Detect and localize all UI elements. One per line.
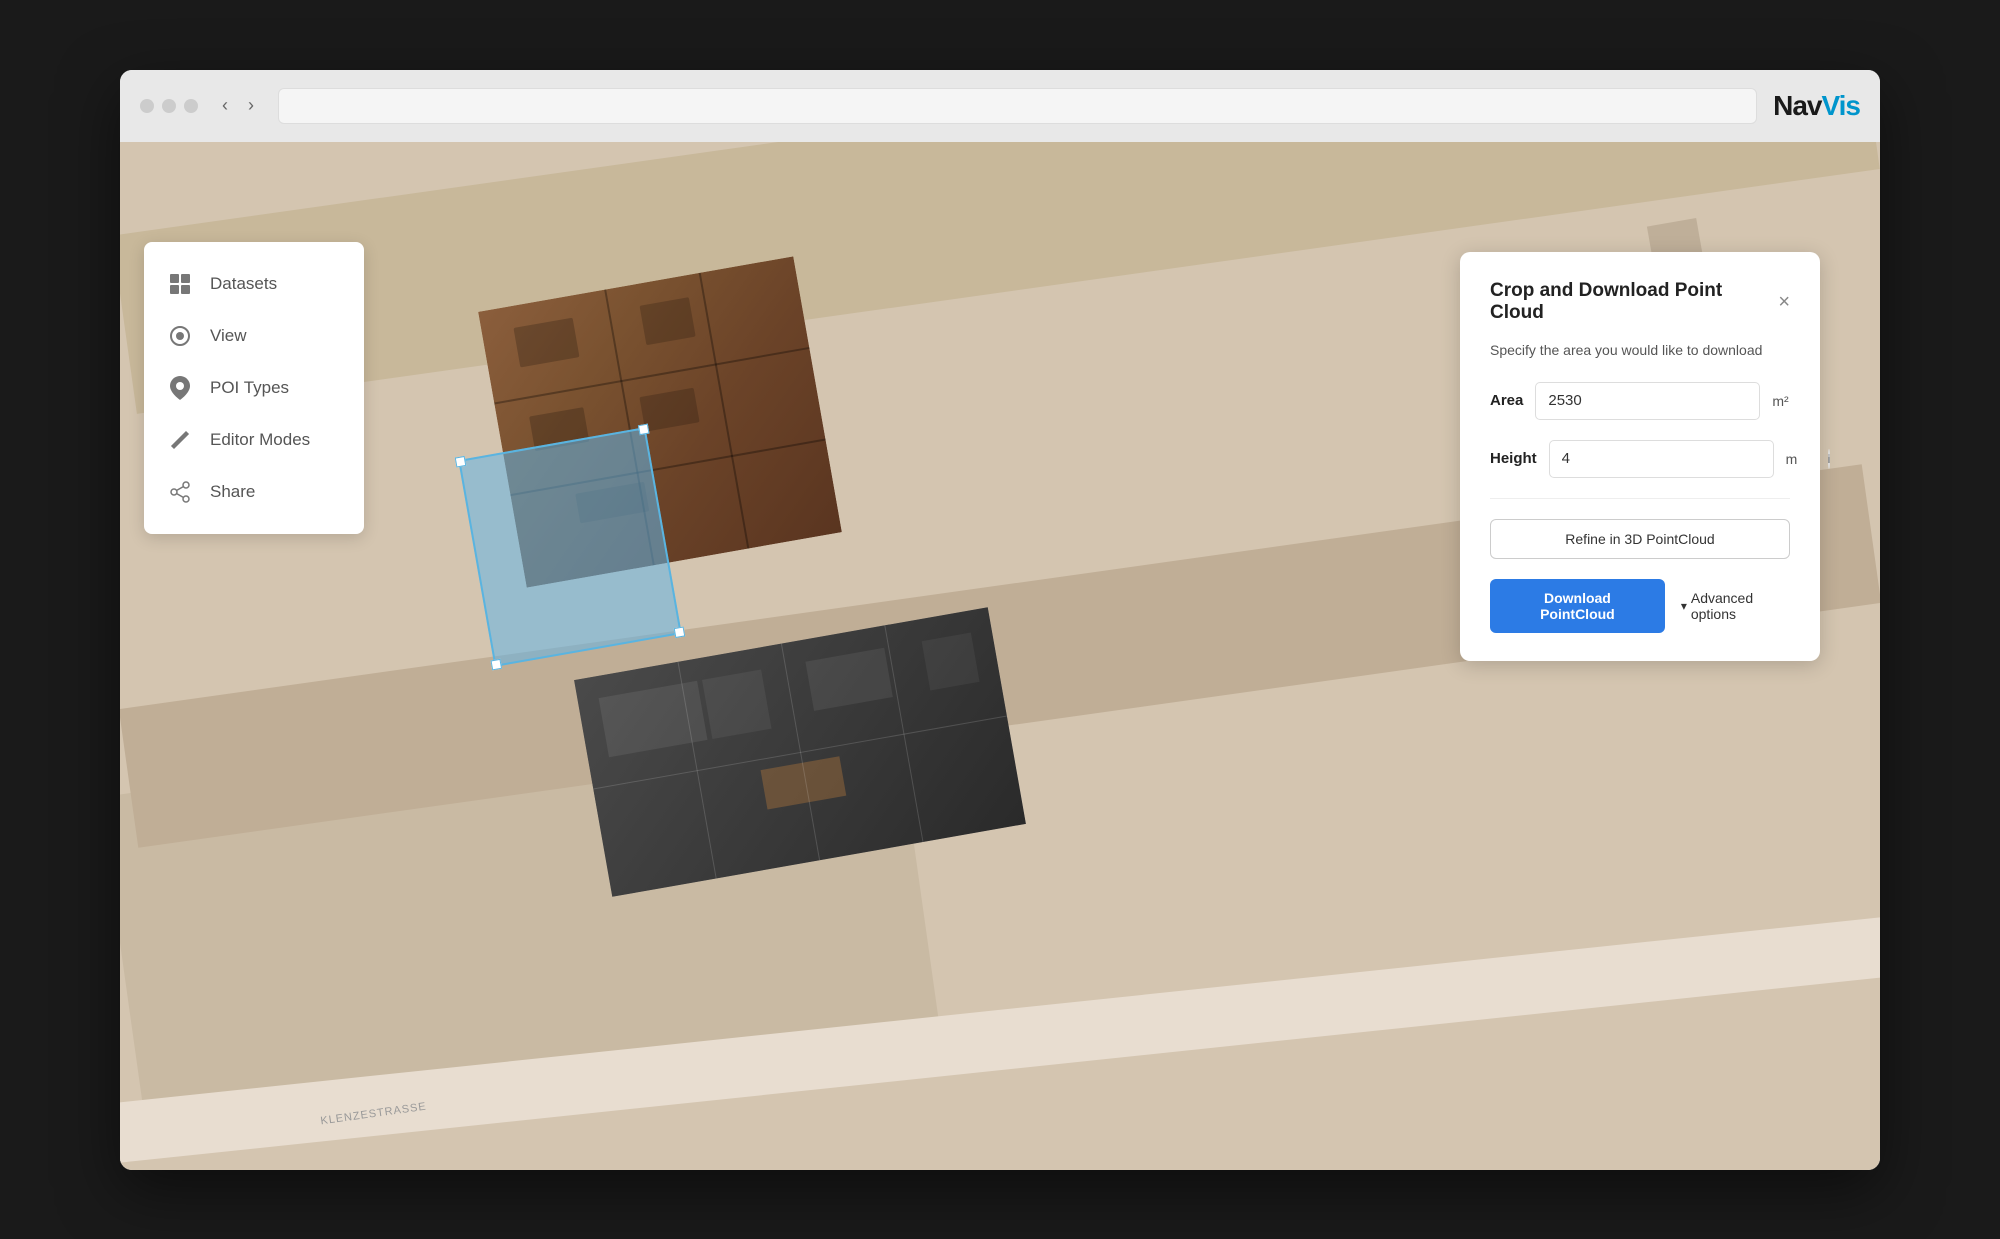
panel-close-button[interactable]: × (1778, 292, 1790, 312)
height-input[interactable] (1549, 440, 1774, 478)
navvis-nav-text: Nav (1773, 90, 1821, 121)
navvis-vis-text: Vis (1821, 90, 1860, 121)
forward-button[interactable]: › (240, 91, 262, 120)
panel-subtitle: Specify the area you would like to downl… (1490, 342, 1790, 358)
back-button[interactable]: ‹ (214, 91, 236, 120)
handle-top-left[interactable] (455, 455, 467, 467)
editor-label: Editor Modes (210, 430, 310, 450)
poi-icon (168, 376, 192, 400)
area-field-row: Area m² (1490, 382, 1790, 420)
crop-download-panel: Crop and Download Point Cloud × Specify … (1460, 252, 1820, 661)
nav-buttons: ‹ › (214, 91, 262, 120)
area-label: Area (1490, 392, 1523, 409)
traffic-light-close[interactable] (140, 99, 154, 113)
traffic-light-maximize[interactable] (184, 99, 198, 113)
share-label: Share (210, 482, 255, 502)
sidebar-menu: Datasets View POI Types (144, 242, 364, 534)
action-row: Download PointCloud Advanced options (1490, 579, 1790, 633)
share-icon (168, 480, 192, 504)
address-bar[interactable] (278, 88, 1757, 124)
datasets-icon (168, 272, 192, 296)
browser-chrome: ‹ › NavVis (120, 70, 1880, 142)
poi-label: POI Types (210, 378, 289, 398)
datasets-label: Datasets (210, 274, 277, 294)
editor-icon (168, 428, 192, 452)
area-unit: m² (1772, 393, 1802, 409)
browser-window: ‹ › NavVis (120, 70, 1880, 1170)
sidebar-item-share[interactable]: Share (144, 466, 364, 518)
panel-title: Crop and Download Point Cloud (1490, 280, 1778, 324)
view-icon (168, 324, 192, 348)
map-viewport[interactable]: KLENZESTRASSE Datasets (120, 142, 1880, 1170)
refine-button[interactable]: Refine in 3D PointCloud (1490, 519, 1790, 559)
sidebar-item-datasets[interactable]: Datasets (144, 258, 364, 310)
selection-crop-area[interactable] (458, 427, 682, 667)
panel-divider (1490, 498, 1790, 499)
sidebar-item-view[interactable]: View (144, 310, 364, 362)
traffic-lights (140, 99, 198, 113)
navvis-logo: NavVis (1773, 90, 1860, 122)
panel-header: Crop and Download Point Cloud × (1490, 280, 1790, 324)
area-input[interactable] (1535, 382, 1760, 420)
view-label: View (210, 326, 247, 346)
advanced-options-link[interactable]: Advanced options (1681, 590, 1790, 622)
handle-bottom-right[interactable] (674, 626, 686, 638)
sidebar-item-poi-types[interactable]: POI Types (144, 362, 364, 414)
height-field-row: Height m i (1490, 440, 1790, 478)
height-unit: m (1786, 451, 1816, 467)
handle-bottom-left[interactable] (491, 658, 503, 670)
download-button[interactable]: Download PointCloud (1490, 579, 1665, 633)
traffic-light-minimize[interactable] (162, 99, 176, 113)
height-label: Height (1490, 450, 1537, 467)
handle-top-right[interactable] (638, 423, 650, 435)
sidebar-item-editor-modes[interactable]: Editor Modes (144, 414, 364, 466)
